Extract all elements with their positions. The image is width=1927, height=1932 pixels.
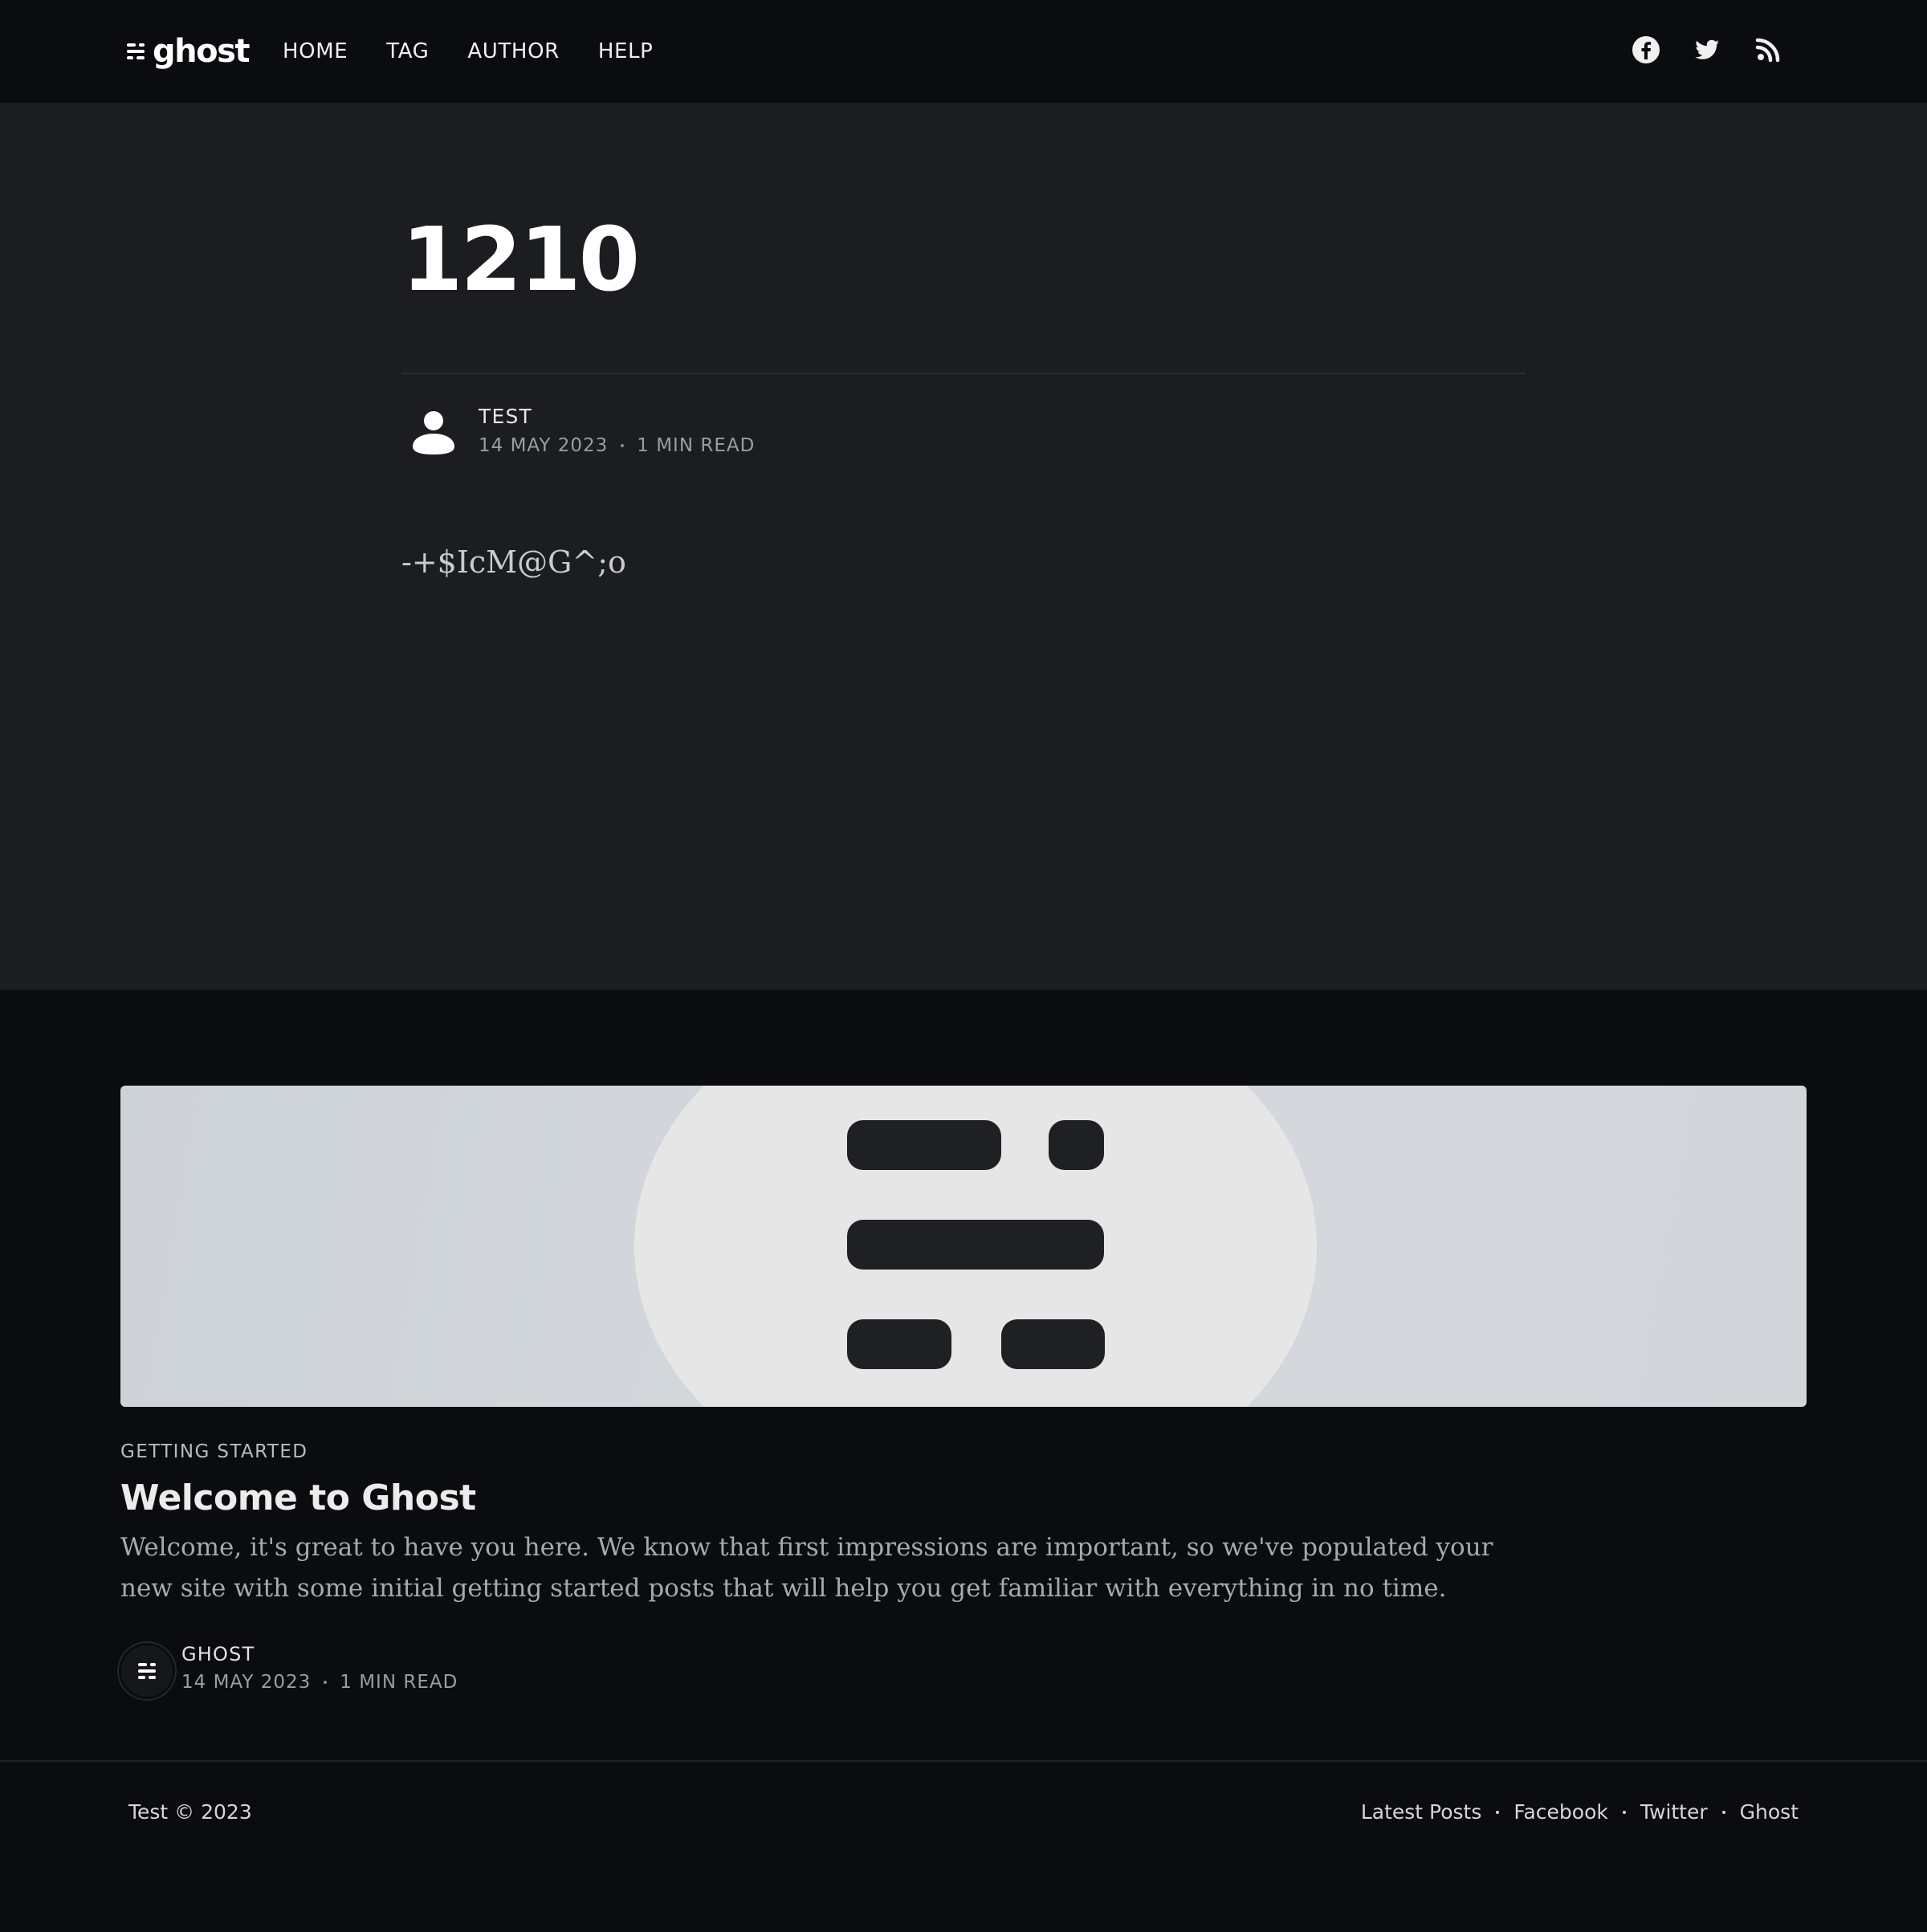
post-card-title[interactable]: Welcome to Ghost <box>120 1478 476 1518</box>
post-author-name[interactable]: TEST <box>479 405 532 428</box>
post-article: 1210 TEST 14 MAY 2023 1 MIN READ -+$IcM@… <box>0 103 1927 990</box>
ghost-logo-graphic <box>634 1086 1317 1407</box>
post-meta: 14 MAY 2023 1 MIN READ <box>479 435 755 456</box>
copyright: Test © 2023 <box>128 1800 252 1824</box>
rss-icon[interactable] <box>1754 35 1782 64</box>
footer-link-ghost[interactable]: Ghost <box>1740 1800 1799 1824</box>
nav-item-tag[interactable]: TAG <box>386 39 429 63</box>
ghost-avatar-icon[interactable] <box>119 1643 175 1699</box>
footer-separator <box>1622 1810 1626 1814</box>
meta-separator <box>324 1681 328 1684</box>
post-card-reading-time: 1 MIN READ <box>340 1672 458 1693</box>
post-divider <box>401 373 1526 374</box>
footer-link-facebook[interactable]: Facebook <box>1513 1800 1607 1824</box>
facebook-icon[interactable] <box>1632 35 1660 64</box>
related-post-card[interactable]: GETTING STARTED Welcome to Ghost Welcome… <box>119 1086 1807 1699</box>
ghost-logo-icon <box>127 43 145 59</box>
nav-item-home[interactable]: HOME <box>283 39 348 63</box>
post-card-meta: 14 MAY 2023 1 MIN READ <box>181 1672 458 1693</box>
meta-separator <box>621 444 625 447</box>
footer-link-twitter[interactable]: Twitter <box>1640 1800 1708 1824</box>
main-nav: HOME TAG AUTHOR HELP <box>283 34 653 69</box>
nav-item-help[interactable]: HELP <box>598 39 654 63</box>
footer-nav: Latest Posts Facebook Twitter Ghost <box>1361 1800 1799 1824</box>
post-content: -+$IcM@G^;o <box>401 544 626 580</box>
user-avatar-icon[interactable] <box>408 403 459 454</box>
post-reading-time: 1 MIN READ <box>637 435 756 456</box>
footer-separator <box>1496 1810 1500 1814</box>
post-card-tag[interactable]: GETTING STARTED <box>120 1441 308 1462</box>
site-logo[interactable]: ghost <box>127 27 251 75</box>
feature-image[interactable] <box>120 1086 1807 1407</box>
nav-item-author[interactable]: AUTHOR <box>467 39 559 63</box>
site-footer: Test © 2023 Latest Posts Facebook Twitte… <box>0 1760 1927 1932</box>
post-card-date: 14 MAY 2023 <box>181 1672 312 1693</box>
post-card-author[interactable]: GHOST <box>181 1643 255 1665</box>
footer-link-latest-posts[interactable]: Latest Posts <box>1361 1800 1482 1824</box>
post-title: 1210 <box>401 208 640 311</box>
footer-separator <box>1721 1810 1725 1814</box>
post-card-excerpt: Welcome, it's great to have you here. We… <box>120 1533 1493 1603</box>
brand-name: ghost <box>153 33 251 70</box>
social-links <box>1632 35 1782 64</box>
site-header: ghost HOME TAG AUTHOR HELP <box>0 0 1927 103</box>
twitter-icon[interactable] <box>1693 35 1721 64</box>
post-date: 14 MAY 2023 <box>479 435 609 456</box>
